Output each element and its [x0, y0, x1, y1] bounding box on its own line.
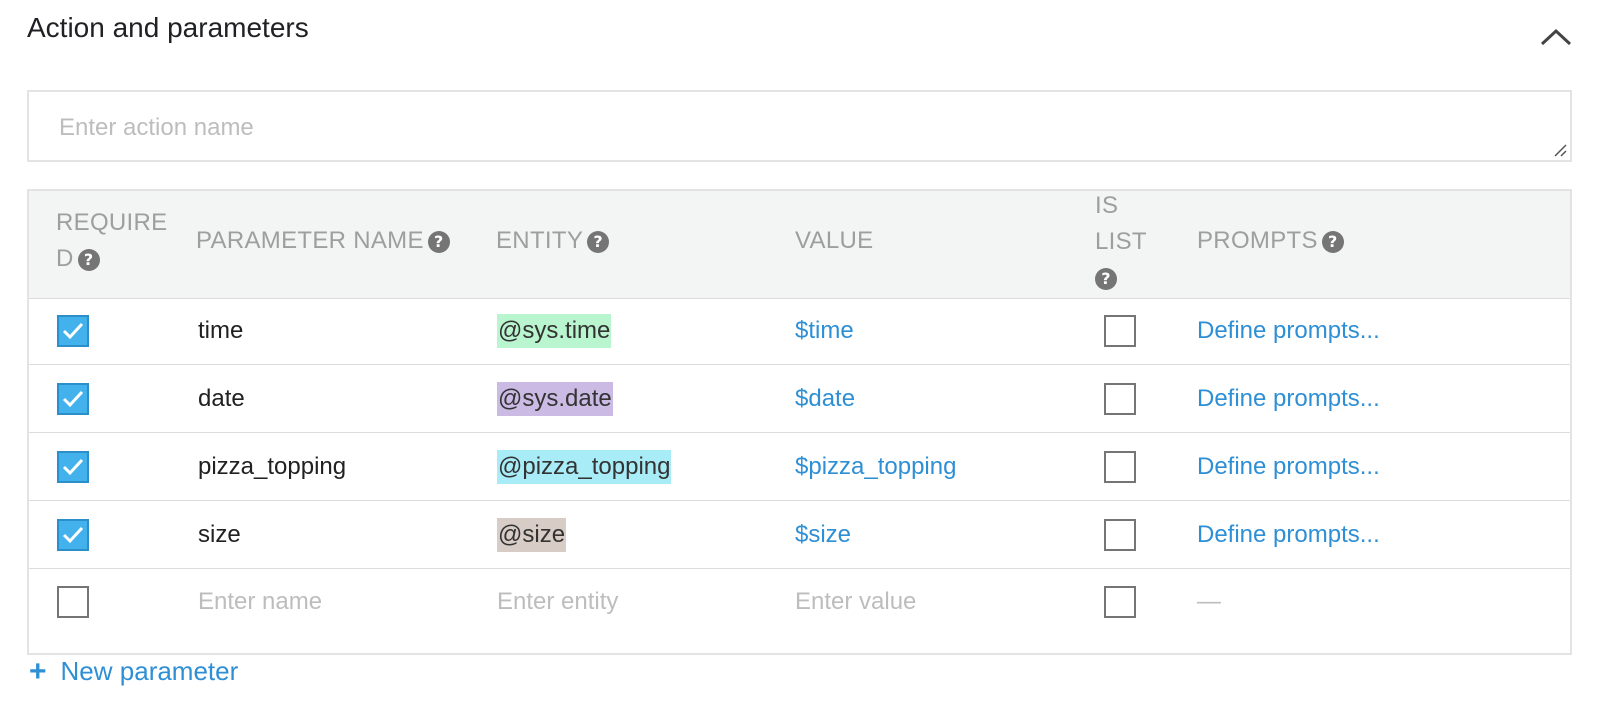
table-row: date @sys.date $date Define prompts...	[29, 365, 1570, 433]
entity-chip[interactable]: @sys.date	[497, 381, 613, 416]
required-checkbox[interactable]	[57, 382, 89, 415]
is-list-checkbox[interactable]	[1104, 586, 1136, 618]
is-list-checkbox[interactable]	[1104, 450, 1136, 483]
table-row: size @size $size Define prompts...	[29, 501, 1570, 569]
entity-chip[interactable]: @sys.time	[497, 313, 612, 348]
is-list-checkbox[interactable]	[1104, 382, 1136, 415]
resize-handle-icon[interactable]	[1553, 143, 1567, 157]
check-icon	[62, 322, 84, 339]
define-prompts-link[interactable]: Define prompts...	[1197, 433, 1380, 500]
chevron-up-icon	[1540, 28, 1572, 46]
value-link[interactable]: $date	[795, 365, 855, 432]
header-is-list-help: ?	[1095, 260, 1147, 296]
header-is-list-line2: LIST	[1095, 228, 1147, 255]
new-parameter-label: New parameter	[60, 656, 239, 686]
help-icon[interactable]: ?	[1095, 268, 1117, 290]
table-row: time @sys.time $time Define prompts...	[29, 297, 1570, 365]
entity-chip[interactable]: @pizza_topping	[497, 449, 672, 484]
action-name-input[interactable]	[29, 92, 1570, 160]
table-row: pizza_topping @pizza_topping $pizza_topp…	[29, 433, 1570, 501]
header-prompts: PROMPTS?	[1197, 223, 1344, 259]
prompts-empty: —	[1197, 588, 1221, 615]
required-checkbox[interactable]	[57, 450, 89, 483]
value-input[interactable]: Enter value	[795, 565, 916, 639]
header-required-suffix: D	[56, 245, 74, 272]
parameter-name[interactable]: pizza_topping	[198, 433, 346, 500]
required-checkbox[interactable]	[57, 518, 89, 551]
parameter-name[interactable]: time	[198, 297, 243, 364]
collapse-button[interactable]	[1538, 22, 1574, 52]
help-icon[interactable]: ?	[427, 231, 450, 253]
section-title: Action and parameters	[27, 12, 309, 43]
new-parameter-button[interactable]: + New parameter	[29, 656, 238, 687]
entity-chip[interactable]: @size	[497, 517, 567, 552]
check-icon	[62, 390, 84, 407]
help-icon[interactable]: ?	[77, 249, 100, 271]
plus-icon: +	[29, 654, 47, 688]
value-link[interactable]: $size	[795, 501, 851, 568]
entity-input[interactable]: Enter entity	[497, 565, 618, 639]
header-value: VALUE	[795, 223, 873, 259]
header-is-list-line1: IS	[1095, 192, 1119, 219]
check-icon	[62, 526, 84, 543]
new-parameter-row: Enter name Enter entity Enter value —	[29, 565, 1570, 639]
header-entity: ENTITY?	[496, 223, 610, 259]
header-required-line2: D?	[56, 241, 167, 277]
required-checkbox[interactable]	[57, 314, 89, 347]
required-checkbox[interactable]	[57, 586, 89, 618]
value-link[interactable]: $time	[795, 297, 854, 364]
is-list-checkbox[interactable]	[1104, 518, 1136, 551]
header-entity-label: ENTITY	[496, 227, 584, 254]
help-icon[interactable]: ?	[1321, 231, 1344, 253]
help-icon[interactable]: ?	[587, 231, 610, 253]
check-icon	[62, 458, 84, 475]
define-prompts-link[interactable]: Define prompts...	[1197, 501, 1380, 568]
action-name-field-container	[27, 90, 1572, 162]
table-header: REQUIRE D? PARAMETER NAME? ENTITY? VALUE…	[29, 191, 1570, 299]
define-prompts-link[interactable]: Define prompts...	[1197, 365, 1380, 432]
header-value-label: VALUE	[795, 227, 874, 254]
value-link[interactable]: $pizza_topping	[795, 433, 956, 500]
is-list-checkbox[interactable]	[1104, 314, 1136, 347]
parameter-name[interactable]: size	[198, 501, 241, 568]
parameter-name-input[interactable]: Enter name	[198, 565, 322, 639]
header-required: REQUIRE D?	[56, 205, 167, 277]
header-parameter-name-label: PARAMETER NAME	[196, 227, 424, 254]
parameters-table: REQUIRE D? PARAMETER NAME? ENTITY? VALUE…	[27, 189, 1572, 655]
parameter-name[interactable]: date	[198, 365, 245, 432]
define-prompts-link[interactable]: Define prompts...	[1197, 297, 1380, 364]
header-parameter-name: PARAMETER NAME?	[196, 223, 450, 259]
header-is-list: IS LIST ?	[1095, 188, 1147, 296]
header-required-line1: REQUIRE	[56, 209, 168, 236]
header-prompts-label: PROMPTS	[1197, 227, 1318, 254]
